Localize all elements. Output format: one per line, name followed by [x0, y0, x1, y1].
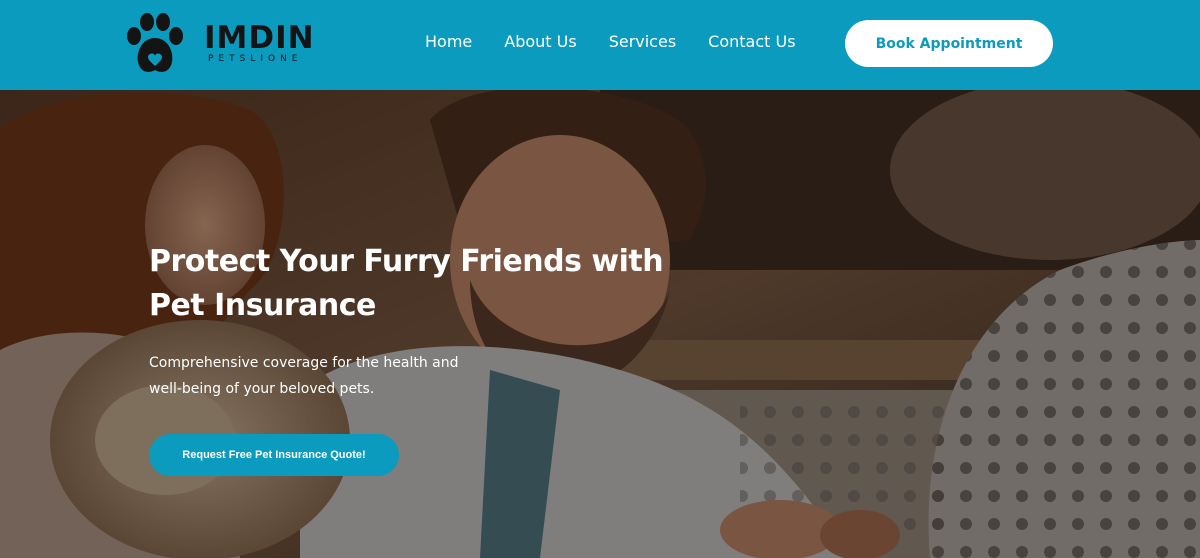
hero-content: Protect Your Furry Friends with Pet Insu… — [149, 240, 669, 476]
brand-tagline: PETSLIONE — [208, 54, 303, 64]
logo[interactable]: IMDIN PETSLIONE — [122, 10, 315, 76]
nav-about-us[interactable]: About Us — [504, 32, 576, 51]
hero-section: Protect Your Furry Friends with Pet Insu… — [0, 90, 1200, 558]
nav-home[interactable]: Home — [425, 32, 472, 51]
paw-heart-icon — [127, 13, 183, 72]
nav-contact-us[interactable]: Contact Us — [708, 32, 795, 51]
nav-services[interactable]: Services — [609, 32, 676, 51]
hero-title: Protect Your Furry Friends with Pet Insu… — [149, 244, 664, 323]
brand-name: IMDIN — [204, 20, 315, 56]
book-appointment-button[interactable]: Book Appointment — [845, 20, 1053, 67]
site-header: IMDIN PETSLIONE Home About Us Services C… — [0, 0, 1200, 90]
main-nav: Home About Us Services Contact Us — [425, 32, 796, 51]
request-quote-button[interactable]: Request Free Pet Insurance Quote! — [149, 434, 399, 476]
hero-subtitle: Comprehensive coverage for the health an… — [149, 355, 459, 397]
logo-text: IMDIN PETSLIONE — [204, 22, 315, 64]
